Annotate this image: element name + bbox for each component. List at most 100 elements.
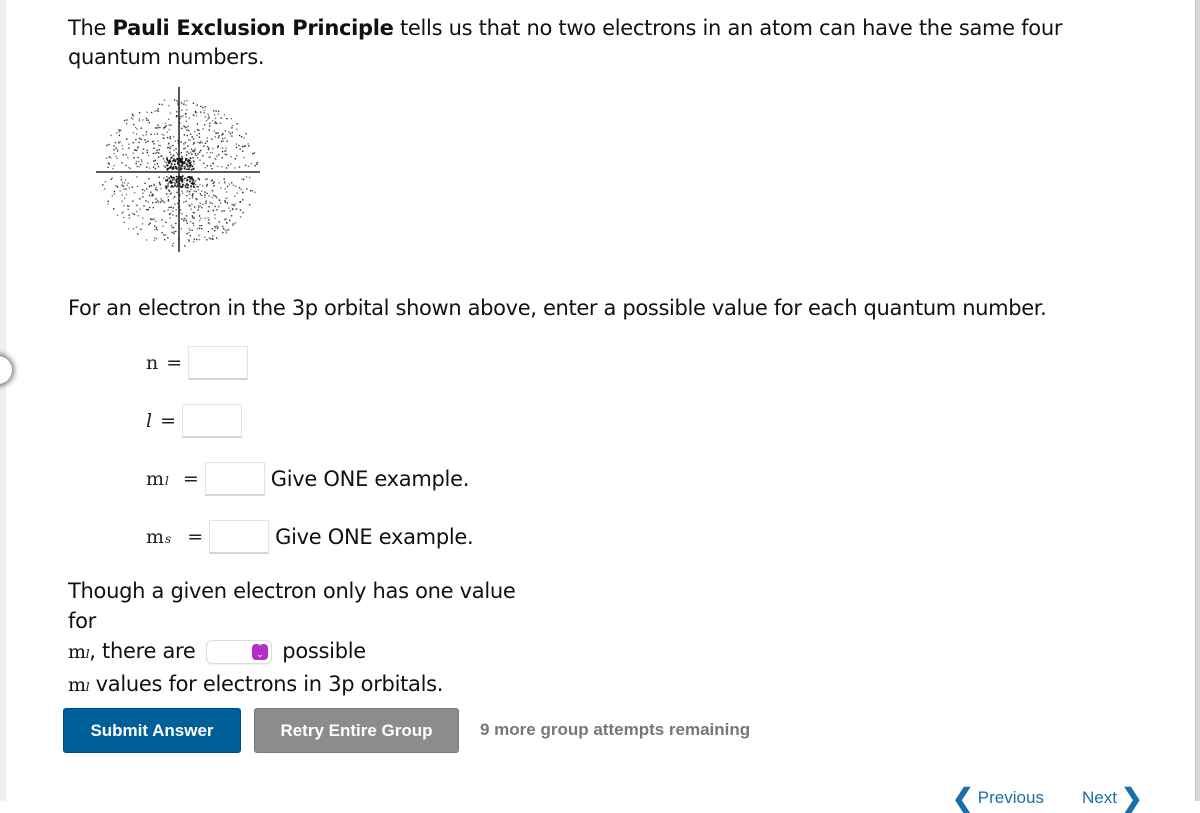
electron-dot: [138, 112, 141, 114]
electron-dot: [230, 117, 232, 120]
electron-dot: [213, 185, 215, 187]
electron-dot: [215, 132, 217, 134]
electron-dot: [181, 102, 183, 105]
electron-dot: [124, 179, 127, 181]
electron-dot: [183, 220, 185, 222]
electron-dot: [171, 245, 174, 247]
electron-dot: [185, 220, 188, 222]
electron-dot: [211, 120, 214, 122]
electron-dot: [235, 185, 237, 187]
previous-link[interactable]: ❮ Previous: [952, 785, 1044, 811]
electron-dot: [176, 185, 178, 188]
electron-dot: [126, 122, 128, 125]
electron-dot: [185, 157, 188, 160]
electron-dot: [161, 155, 163, 157]
electron-dot: [184, 147, 186, 149]
electron-dot: [231, 124, 234, 127]
electron-dot: [206, 185, 208, 187]
retry-entire-group-button[interactable]: Retry Entire Group: [254, 708, 459, 753]
electron-dot: [148, 178, 150, 180]
electron-dot: [221, 157, 223, 159]
electron-dot: [214, 225, 216, 228]
electron-dot: [204, 194, 206, 196]
ml-count-paragraph: Though a given electron only has one val…: [68, 576, 548, 702]
electron-dot: [227, 164, 229, 167]
ml-count-select[interactable]: ⌃ ⌄: [205, 640, 272, 664]
electron-dot: [164, 126, 166, 128]
submit-answer-button[interactable]: Submit Answer: [63, 708, 241, 753]
side-panel-toggle[interactable]: [0, 356, 12, 384]
electron-dot: [218, 221, 221, 223]
n-input[interactable]: [188, 346, 249, 380]
electron-dot: [191, 153, 193, 155]
electron-dot: [241, 178, 243, 180]
ml-input[interactable]: [204, 462, 265, 496]
electron-dot: [145, 117, 148, 120]
scrollbar-track[interactable]: [1195, 0, 1200, 801]
select-updown-icon: ⌃ ⌄: [251, 644, 268, 660]
electron-dot: [217, 145, 219, 147]
electron-dot: [199, 142, 201, 144]
electron-dot: [181, 192, 184, 194]
electron-dot: [156, 228, 158, 231]
electron-dot: [199, 220, 201, 222]
electron-dot: [231, 208, 234, 211]
l-input[interactable]: [182, 404, 242, 438]
electron-dot: [193, 238, 196, 240]
electron-dot: [238, 166, 241, 168]
electron-dot: [225, 217, 227, 220]
electron-dot: [202, 155, 204, 157]
electron-dot: [242, 150, 244, 152]
electron-dot: [147, 140, 149, 142]
next-link[interactable]: Next ❯: [1082, 785, 1143, 811]
electron-dot: [215, 110, 217, 112]
electron-dot: [192, 185, 195, 188]
electron-dot: [172, 179, 174, 181]
equals-sign: =: [187, 526, 204, 548]
electron-dot: [171, 185, 174, 188]
electron-dot: [189, 197, 191, 200]
electron-dot: [176, 184, 179, 186]
electron-dot: [153, 133, 156, 135]
electron-dot: [122, 148, 124, 150]
electron-dot: [195, 112, 198, 114]
electron-dot: [245, 133, 247, 135]
electron-dot: [204, 142, 207, 144]
electron-dot: [133, 157, 135, 159]
electron-dot: [107, 200, 109, 202]
electron-dot: [233, 223, 235, 225]
electron-dot: [116, 132, 118, 134]
electron-dot: [186, 233, 188, 235]
electron-dot: [198, 132, 200, 135]
electron-dot: [225, 191, 228, 193]
electron-dot: [180, 101, 183, 104]
electron-dot: [187, 165, 189, 168]
electron-dot: [201, 142, 203, 144]
electron-dot: [207, 146, 209, 148]
electron-dot: [127, 205, 129, 207]
electron-dot: [191, 176, 193, 178]
electron-dot: [126, 138, 128, 140]
electron-dot: [125, 193, 128, 196]
electron-dot: [121, 194, 123, 196]
electron-dot: [188, 240, 190, 242]
electron-dot: [164, 166, 166, 168]
electron-dot: [189, 133, 192, 135]
ms-input[interactable]: [209, 520, 270, 554]
electron-dot: [129, 167, 132, 170]
electron-dot: [234, 195, 236, 197]
electron-dot: [199, 159, 201, 161]
electron-dot: [180, 152, 182, 154]
electron-dot: [190, 182, 193, 185]
electron-dot: [190, 168, 193, 171]
electron-dot: [183, 201, 185, 203]
electron-dot: [248, 204, 251, 206]
electron-dot: [108, 163, 110, 165]
next-label: Next: [1082, 788, 1117, 807]
electron-dot: [145, 239, 148, 241]
electron-dot: [186, 129, 188, 131]
electron-dot: [169, 112, 172, 114]
electron-dot: [170, 212, 172, 215]
electron-dot: [204, 106, 206, 108]
electron-dot: [171, 231, 173, 234]
